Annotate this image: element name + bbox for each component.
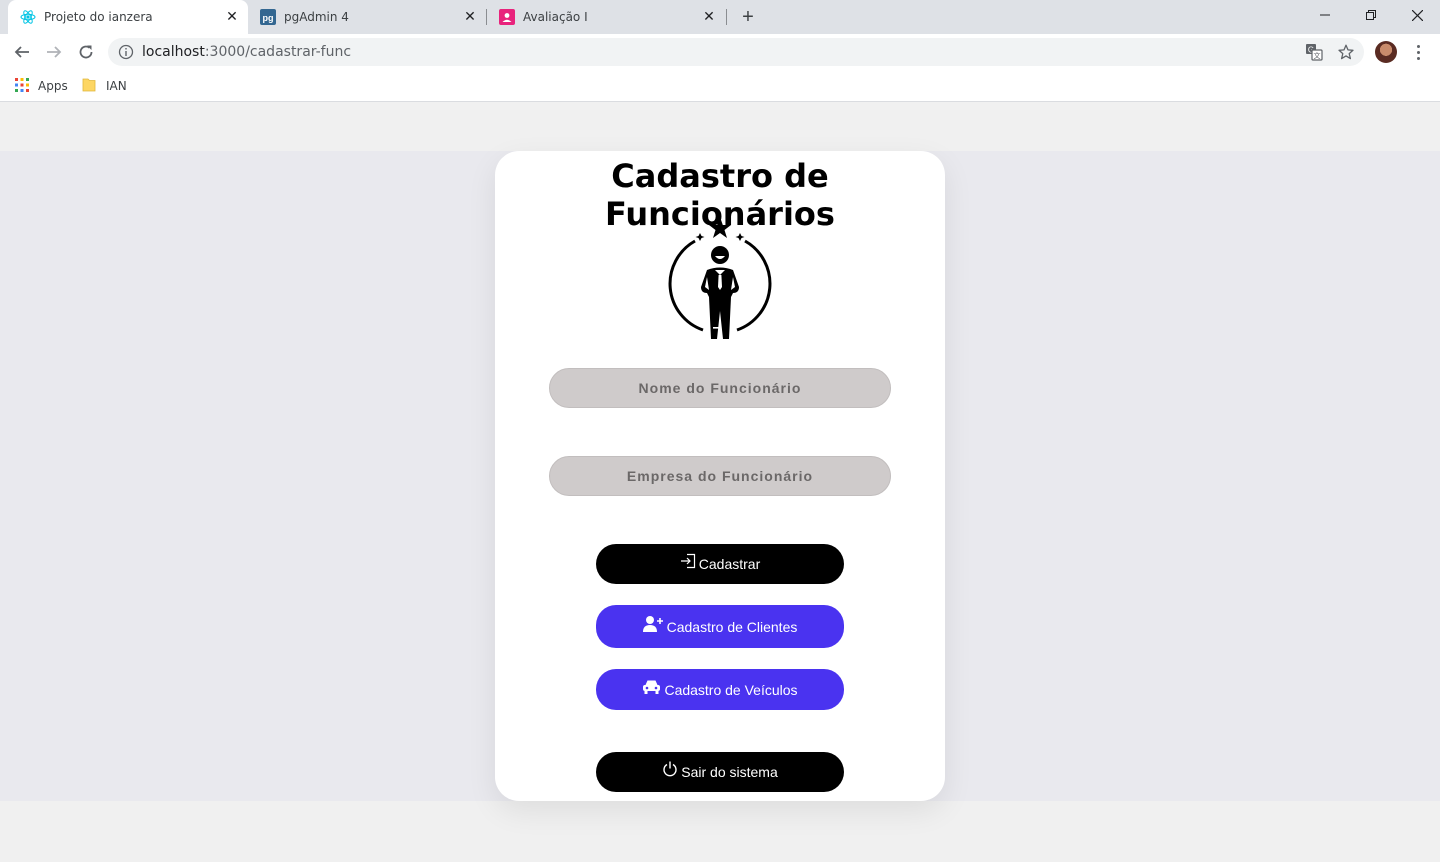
power-icon: [662, 761, 678, 777]
employee-name-field[interactable]: [549, 368, 891, 408]
classroom-icon: [499, 9, 515, 25]
minimize-icon[interactable]: [1302, 0, 1348, 30]
login-icon: [680, 553, 696, 569]
url-text: localhost:3000/cadastrar-func: [142, 44, 351, 60]
url-path: :3000/cadastrar-func: [204, 44, 352, 60]
tab-pgadmin[interactable]: pg pgAdmin 4 ✕: [248, 0, 486, 34]
bookmark-label: IAN: [106, 79, 127, 93]
more-menu-icon[interactable]: [1408, 38, 1428, 66]
logout-button-label: Sair do sistema: [681, 764, 778, 780]
window-close-icon[interactable]: [1394, 0, 1440, 30]
translate-icon[interactable]: G 文: [1300, 38, 1328, 66]
tab-title: Avaliação I: [523, 10, 588, 24]
tab-title: Projeto do ianzera: [44, 10, 153, 24]
employee-star-icon: [665, 215, 775, 341]
register-card: Cadastro de Funcionários Nome do Funcion…: [495, 151, 945, 801]
employee-company-input[interactable]: [550, 457, 890, 495]
close-icon[interactable]: ✕: [701, 9, 717, 25]
new-tab-plus-icon[interactable]: +: [736, 5, 760, 29]
page-footer-band: [0, 801, 1440, 862]
bookmark-star-icon[interactable]: [1332, 38, 1360, 66]
browser-toolbar: localhost:3000/cadastrar-func G 文: [0, 34, 1440, 70]
address-bar[interactable]: localhost:3000/cadastrar-func: [108, 38, 1364, 66]
react-icon: [20, 9, 36, 25]
employee-name-input[interactable]: [550, 369, 890, 407]
profile-avatar[interactable]: [1375, 41, 1397, 63]
tab-projeto[interactable]: Projeto do ianzera ✕: [8, 0, 248, 34]
clients-register-button[interactable]: Cadastro de Clientes: [596, 605, 844, 648]
svg-text:pg: pg: [263, 13, 274, 23]
back-arrow-icon[interactable]: [8, 38, 36, 66]
logout-button[interactable]: Sair do sistema: [596, 752, 844, 792]
register-button-label: Cadastrar: [698, 556, 761, 572]
car-icon: [642, 679, 661, 695]
tab-separator: [726, 9, 727, 25]
close-icon[interactable]: ✕: [224, 9, 240, 25]
tab-strip: Projeto do ianzera ✕ pg pgAdmin 4 ✕ Aval…: [0, 0, 1440, 34]
forward-arrow-icon[interactable]: [40, 38, 68, 66]
bookmark-label: Apps: [38, 79, 68, 93]
close-icon[interactable]: ✕: [462, 9, 478, 25]
restore-icon[interactable]: [1348, 0, 1394, 30]
vehicles-register-button[interactable]: Cadastro de Veículos: [596, 669, 844, 710]
apps-grid-icon: [14, 77, 30, 96]
user-plus-icon: [642, 615, 664, 633]
pgadmin-icon: pg: [260, 9, 276, 25]
folder-icon: [82, 77, 96, 96]
bookmarks-bar: Apps IAN: [0, 70, 1440, 102]
tab-avaliacao[interactable]: Avaliação I ✕: [487, 0, 725, 34]
bookmark-apps[interactable]: Apps: [14, 76, 68, 96]
info-icon[interactable]: [118, 44, 134, 60]
employee-company-field[interactable]: [549, 456, 891, 496]
url-host: localhost: [142, 44, 205, 60]
svg-text:文: 文: [1314, 51, 1321, 60]
page-header-band: [0, 103, 1440, 151]
reload-icon[interactable]: [72, 38, 100, 66]
register-button[interactable]: Cadastrar: [596, 544, 844, 584]
vehicles-button-label: Cadastro de Veículos: [664, 681, 798, 698]
clients-button-label: Cadastro de Clientes: [666, 618, 798, 635]
bookmark-ian[interactable]: IAN: [82, 76, 127, 96]
tab-title: pgAdmin 4: [284, 10, 349, 24]
